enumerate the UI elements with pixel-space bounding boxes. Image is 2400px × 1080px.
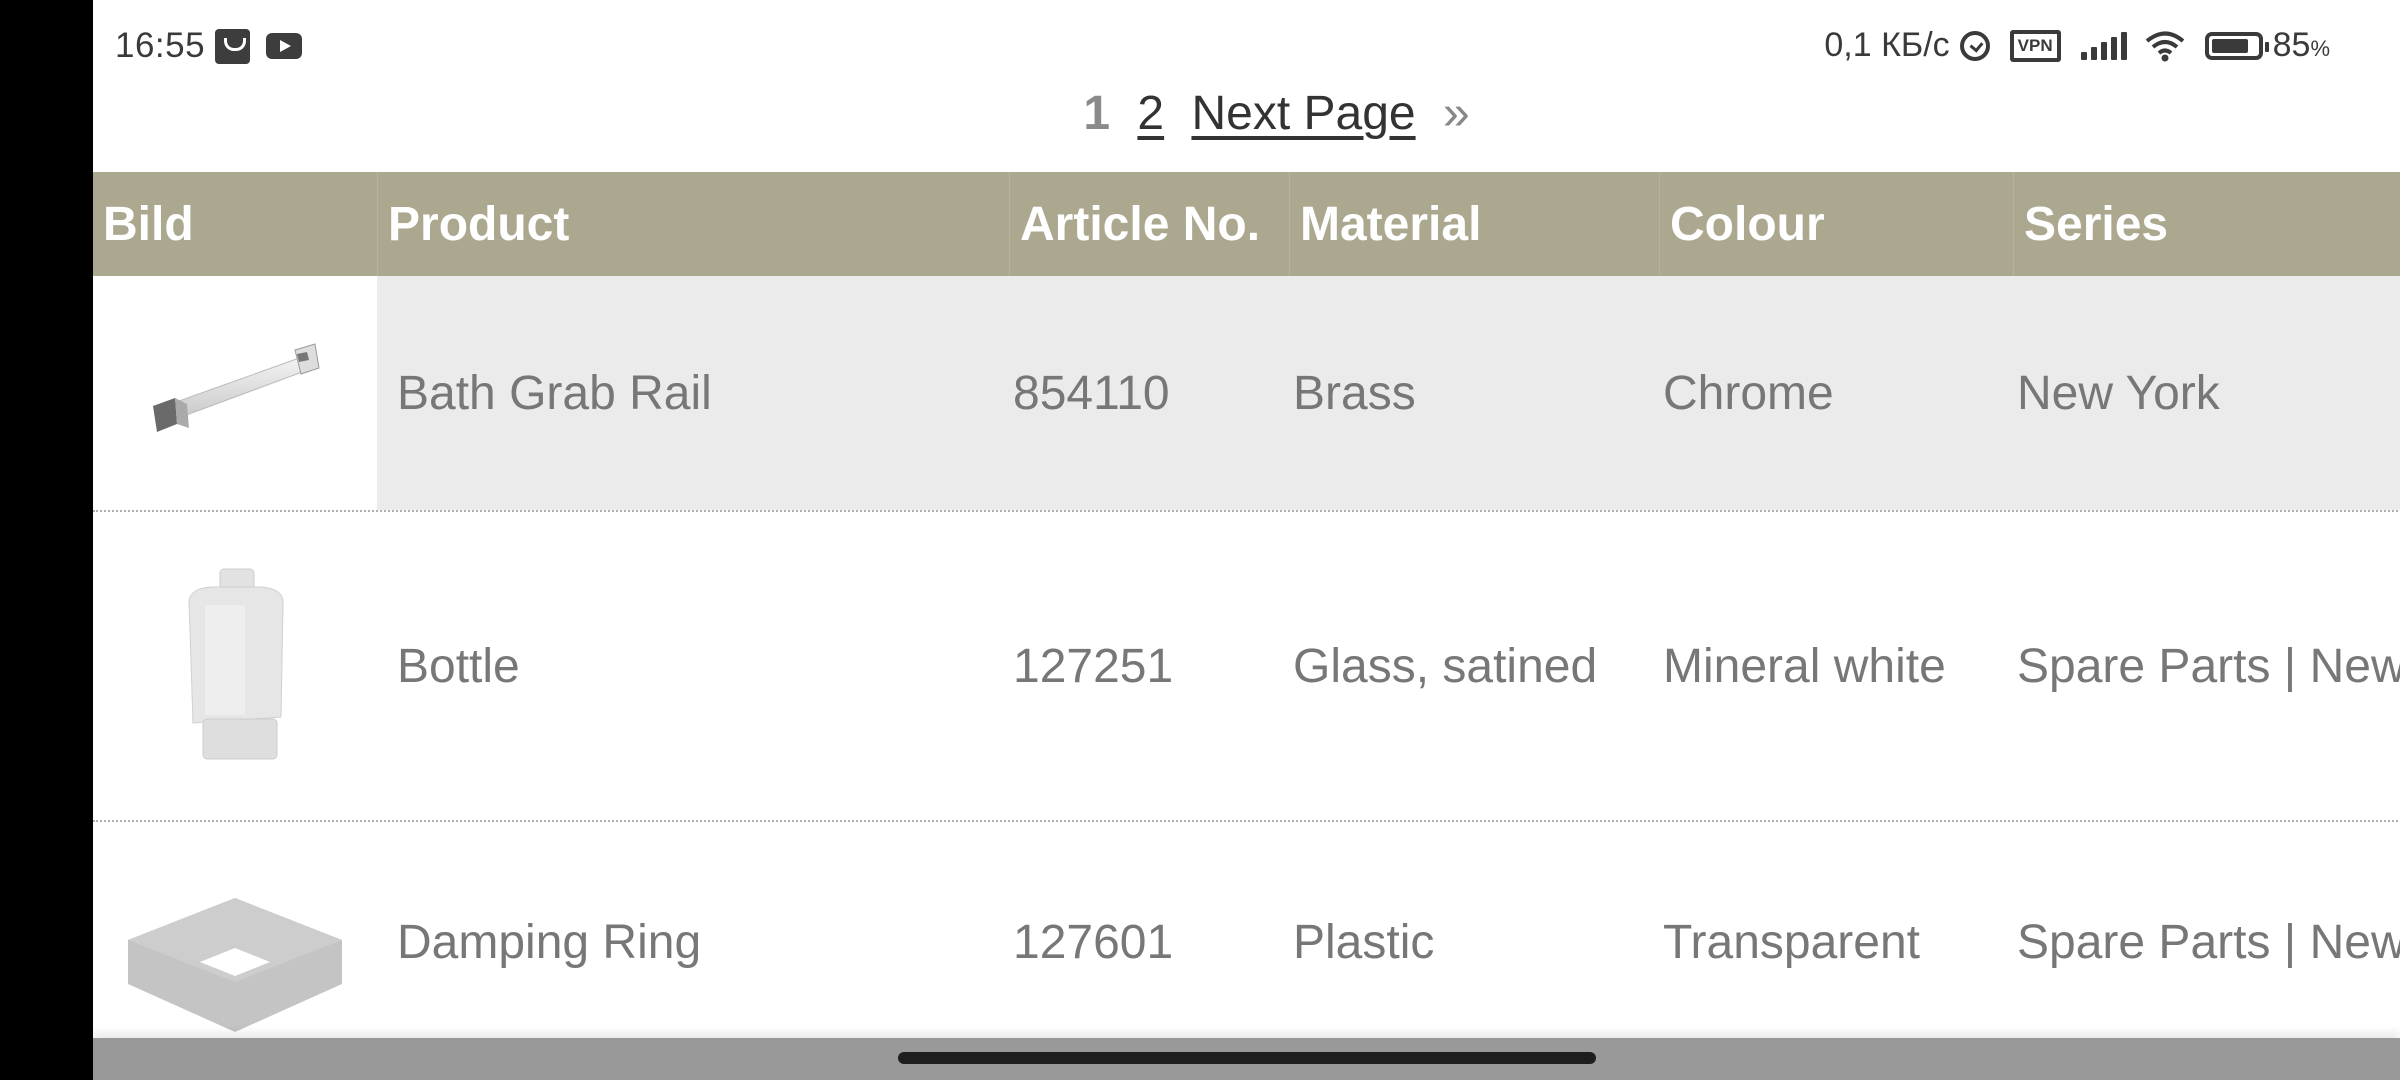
colour: Transparent	[1663, 915, 1921, 969]
series: New York	[2013, 276, 2400, 510]
article-number: 127601	[1013, 915, 1174, 969]
table-row[interactable]: Bath Grab Rail 854110 Brass Chrome New Y…	[93, 276, 2400, 512]
pagination: 1 2 Next Page »	[93, 86, 2400, 141]
signal-icon	[2080, 31, 2127, 60]
table-row[interactable]: Damping Ring 127601 Plastic Transparent …	[93, 822, 2400, 1064]
colour: Mineral white	[1663, 639, 1946, 693]
next-page-link[interactable]: Next Page	[1191, 87, 1415, 140]
product-name[interactable]: Bottle	[377, 512, 1009, 820]
network-speed: 0,1 КБ/с	[1824, 26, 1950, 64]
page-2-link[interactable]: 2	[1137, 87, 1164, 140]
column-header-article-no: Article No.	[1009, 172, 1289, 276]
status-time: 16:55	[115, 26, 206, 65]
material: Plastic	[1293, 915, 1435, 969]
article-number: 854110	[1009, 276, 1289, 510]
bath-grab-rail-image[interactable]	[93, 276, 377, 510]
current-page: 1	[1083, 87, 1111, 140]
wifi-icon	[2145, 31, 2184, 61]
screen: 16:55 0,1 КБ/с VPN 85% 1 2 Next Page » B…	[93, 0, 2400, 1080]
column-header-material: Material	[1289, 172, 1659, 276]
alarm-icon	[1959, 30, 1990, 61]
product-name[interactable]: Damping Ring	[377, 822, 1009, 1062]
column-header-series: Series	[2013, 172, 2400, 276]
battery-percent: 85%	[2272, 26, 2330, 64]
column-header-image: Bild	[103, 197, 194, 251]
shop-icon	[215, 28, 251, 64]
next-arrow: »	[1442, 87, 1470, 140]
table-header: Bild Product Article No. Material Colour…	[93, 172, 2400, 276]
series: Spare Parts | New	[2017, 639, 2400, 693]
column-header-product: Product	[377, 172, 1009, 276]
home-gesture-handle[interactable]	[898, 1052, 1596, 1064]
article-number: 127251	[1013, 639, 1174, 693]
product-table: Bild Product Article No. Material Colour…	[93, 172, 2400, 1064]
bottle-image[interactable]	[93, 512, 377, 820]
battery-icon	[2204, 31, 2269, 60]
status-bar: 16:55 0,1 КБ/с VPN 85%	[93, 0, 2400, 90]
material: Glass, satined	[1293, 639, 1598, 693]
navigation-bar	[93, 1038, 2400, 1080]
product-name[interactable]: Bath Grab Rail	[377, 276, 1009, 510]
table-row[interactable]: Bottle 127251 Glass, satined Mineral whi…	[93, 512, 2400, 822]
damping-ring-image[interactable]	[93, 822, 377, 1062]
material: Brass	[1289, 276, 1659, 510]
column-header-colour: Colour	[1659, 172, 2013, 276]
youtube-icon	[266, 33, 303, 59]
colour: Chrome	[1659, 276, 2013, 510]
vpn-icon: VPN	[2009, 29, 2061, 62]
series: Spare Parts | New	[2017, 915, 2400, 969]
